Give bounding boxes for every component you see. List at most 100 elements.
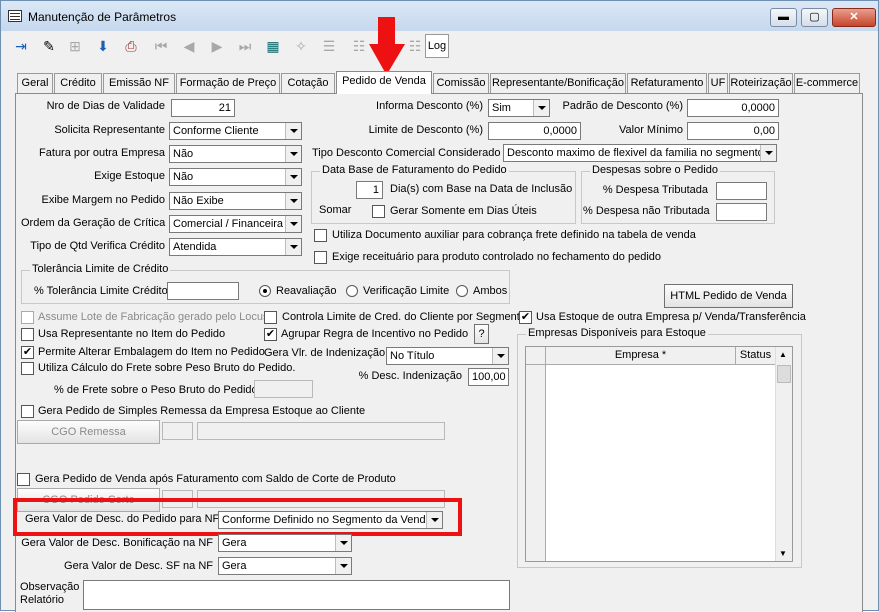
exige-estoque-select[interactable]: Não bbox=[169, 168, 302, 186]
save-icon[interactable]: ⬇ bbox=[91, 34, 115, 58]
gera-valor-desc-bonificacao-select[interactable]: Gera bbox=[218, 534, 352, 552]
tab-comissao[interactable]: Comissão bbox=[433, 73, 489, 93]
reavaliacao-label: Reavaliação bbox=[276, 285, 337, 297]
cgo-remessa-desc-input bbox=[197, 422, 445, 440]
tab-emissao-nf[interactable]: Emissão NF bbox=[103, 73, 175, 93]
controla-limite-credito-checkbox[interactable] bbox=[264, 311, 277, 324]
list-alt-icon: ☷ bbox=[352, 38, 366, 54]
informa-desconto-value: Sim bbox=[492, 102, 511, 114]
tab-formacao-preco[interactable]: Formação de Preço bbox=[176, 73, 280, 93]
edit-icon[interactable]: ✎ bbox=[37, 34, 61, 58]
tab-roteirizacao[interactable]: Roteirização bbox=[729, 73, 793, 93]
observacao-relatorio-textarea[interactable] bbox=[83, 580, 510, 610]
grid-vertical-scrollbar[interactable]: ▲ ▼ bbox=[775, 347, 792, 561]
print-icon[interactable]: ⎙ bbox=[119, 34, 143, 58]
tolerancia-input[interactable] bbox=[167, 282, 239, 300]
exit-icon[interactable]: ⇥ bbox=[9, 34, 33, 58]
usa-representante-item-label: Usa Representante no Item do Pedido bbox=[38, 328, 226, 340]
dias-base-input[interactable]: 1 bbox=[356, 181, 383, 199]
reavaliacao-radio[interactable] bbox=[259, 285, 271, 297]
tolerancia-label: % Tolerância Limite Crédito bbox=[34, 285, 168, 297]
assume-lote-label: Assume Lote de Fabricação gerado pelo Lo… bbox=[38, 311, 269, 323]
gera-pedido-simples-remessa-label: Gera Pedido de Simples Remessa da Empres… bbox=[38, 405, 366, 417]
tab-uf[interactable]: UF bbox=[708, 73, 728, 93]
tipo-desconto-comercial-label: Tipo Desconto Comercial Considerado bbox=[312, 147, 501, 159]
gera-valor-desc-pedido-value: Conforme Definido no Segmento da Venda bbox=[222, 514, 432, 526]
desc-indenizacao-input[interactable]: 100,00 bbox=[468, 368, 509, 386]
assume-lote-checkbox bbox=[21, 311, 34, 324]
tab-representante-bonificacao[interactable]: Representante/Bonificação bbox=[490, 73, 626, 93]
gera-pedido-simples-remessa-checkbox[interactable] bbox=[21, 405, 34, 418]
desc-indenizacao-label: % Desc. Indenização bbox=[358, 370, 462, 382]
despesa-nao-tributada-input[interactable] bbox=[716, 203, 767, 221]
grid-col-empresa[interactable]: Empresa * bbox=[546, 347, 736, 365]
close-button[interactable]: ✕ bbox=[832, 8, 876, 27]
gera-vlr-indenizacao-value: No Título bbox=[390, 350, 435, 362]
tab-ecommerce[interactable]: E-commerce bbox=[794, 73, 860, 93]
tab-cotacao[interactable]: Cotação bbox=[281, 73, 335, 93]
scroll-thumb[interactable] bbox=[777, 365, 791, 383]
ordem-geracao-critica-select[interactable]: Comercial / Financeira bbox=[169, 215, 302, 233]
grid-col-status[interactable]: Status bbox=[736, 347, 776, 365]
grid-row-header bbox=[526, 347, 546, 365]
gera-valor-desc-sf-value: Gera bbox=[222, 560, 247, 572]
maximize-button[interactable]: ▢ bbox=[801, 8, 828, 27]
tab-refaturamento[interactable]: Refaturamento bbox=[627, 73, 707, 93]
exige-receituario-checkbox[interactable] bbox=[314, 251, 327, 264]
valor-minimo-label: Valor Mínimo bbox=[619, 124, 683, 136]
html-pedido-venda-button[interactable]: HTML Pedido de Venda bbox=[664, 284, 793, 308]
red-arrow-annotation bbox=[369, 17, 405, 75]
last-record-icon: ⏭ bbox=[238, 38, 252, 54]
solicita-representante-select[interactable]: Conforme Cliente bbox=[169, 122, 302, 140]
minimize-button[interactable]: ▬ bbox=[770, 8, 797, 27]
cgo-remessa-code-input bbox=[162, 422, 193, 440]
valor-minimo-input[interactable]: 0,00 bbox=[687, 122, 779, 140]
limite-desconto-label: Limite de Desconto (%) bbox=[368, 124, 483, 136]
ambos-radio[interactable] bbox=[456, 285, 468, 297]
gera-pedido-apos-faturamento-checkbox[interactable] bbox=[17, 473, 30, 486]
empresas-grid[interactable]: Empresa * Status ▲ ▼ bbox=[525, 346, 793, 562]
verificacao-limite-radio[interactable] bbox=[346, 285, 358, 297]
agrupar-regra-incentivo-checkbox[interactable]: ✔ bbox=[264, 328, 277, 341]
grid-row-selector bbox=[526, 365, 546, 561]
gera-valor-desc-pedido-select[interactable]: Conforme Definido no Segmento da Venda bbox=[218, 511, 443, 529]
usa-estoque-outra-empresa-checkbox[interactable]: ✔ bbox=[519, 311, 532, 324]
log-button[interactable]: Log bbox=[425, 34, 449, 58]
tab-credito[interactable]: Crédito bbox=[54, 73, 102, 93]
gera-vlr-indenizacao-select[interactable]: No Título bbox=[386, 347, 509, 365]
help-button[interactable]: ? bbox=[474, 324, 489, 344]
limite-desconto-input[interactable]: 0,0000 bbox=[488, 122, 581, 140]
exige-receituario-label: Exige receituário para produto controlad… bbox=[332, 251, 662, 263]
permite-alterar-embalagem-checkbox[interactable]: ✔ bbox=[21, 346, 34, 359]
utiliza-documento-auxiliar-checkbox[interactable] bbox=[314, 229, 327, 242]
informa-desconto-label: Informa Desconto (%) bbox=[376, 100, 483, 112]
main-window: Manutenção de Parâmetros ▬ ▢ ✕ ⇥ ✎ ⊞ ⬇ ⎙… bbox=[0, 0, 879, 612]
fatura-outra-empresa-select[interactable]: Não bbox=[169, 145, 302, 163]
tipo-desconto-comercial-select[interactable]: Desconto maximo de flexivel da familia n… bbox=[503, 144, 777, 162]
usa-representante-item-checkbox[interactable] bbox=[21, 328, 34, 341]
scroll-up-icon[interactable]: ▲ bbox=[779, 350, 787, 359]
gera-valor-desc-sf-select[interactable]: Gera bbox=[218, 557, 352, 575]
chevron-down-icon bbox=[285, 169, 301, 185]
app-icon bbox=[8, 10, 22, 22]
nro-dias-validade-input[interactable]: 21 bbox=[171, 99, 235, 117]
informa-desconto-select[interactable]: Sim bbox=[488, 99, 550, 117]
agrupar-regra-incentivo-label: Agrupar Regra de Incentivo no Pedido bbox=[281, 328, 469, 340]
despesa-tributada-label: % Despesa Tributada bbox=[602, 184, 708, 196]
grid-icon[interactable]: ▦ bbox=[261, 34, 285, 58]
tipo-qtd-verifica-credito-select[interactable]: Atendida bbox=[169, 238, 302, 256]
scroll-down-icon[interactable]: ▼ bbox=[779, 549, 787, 558]
utiliza-calculo-frete-checkbox[interactable] bbox=[21, 362, 34, 375]
exibe-margem-select[interactable]: Não Exibe bbox=[169, 192, 302, 210]
exibe-margem-value: Não Exibe bbox=[173, 195, 224, 207]
next-record-icon: ▶ bbox=[211, 38, 223, 54]
padrao-desconto-input[interactable]: 0,0000 bbox=[687, 99, 779, 117]
gera-pedido-apos-faturamento-label: Gera Pedido de Venda após Faturamento co… bbox=[35, 473, 396, 485]
tab-geral[interactable]: Geral bbox=[17, 73, 53, 93]
tab-pedido-de-venda[interactable]: Pedido de Venda bbox=[336, 71, 432, 94]
despesa-tributada-input[interactable] bbox=[716, 182, 767, 200]
solicita-representante-value: Conforme Cliente bbox=[173, 125, 259, 137]
chevron-down-icon bbox=[426, 512, 442, 528]
gerar-dias-uteis-checkbox[interactable] bbox=[372, 205, 385, 218]
chevron-down-icon bbox=[285, 216, 301, 232]
